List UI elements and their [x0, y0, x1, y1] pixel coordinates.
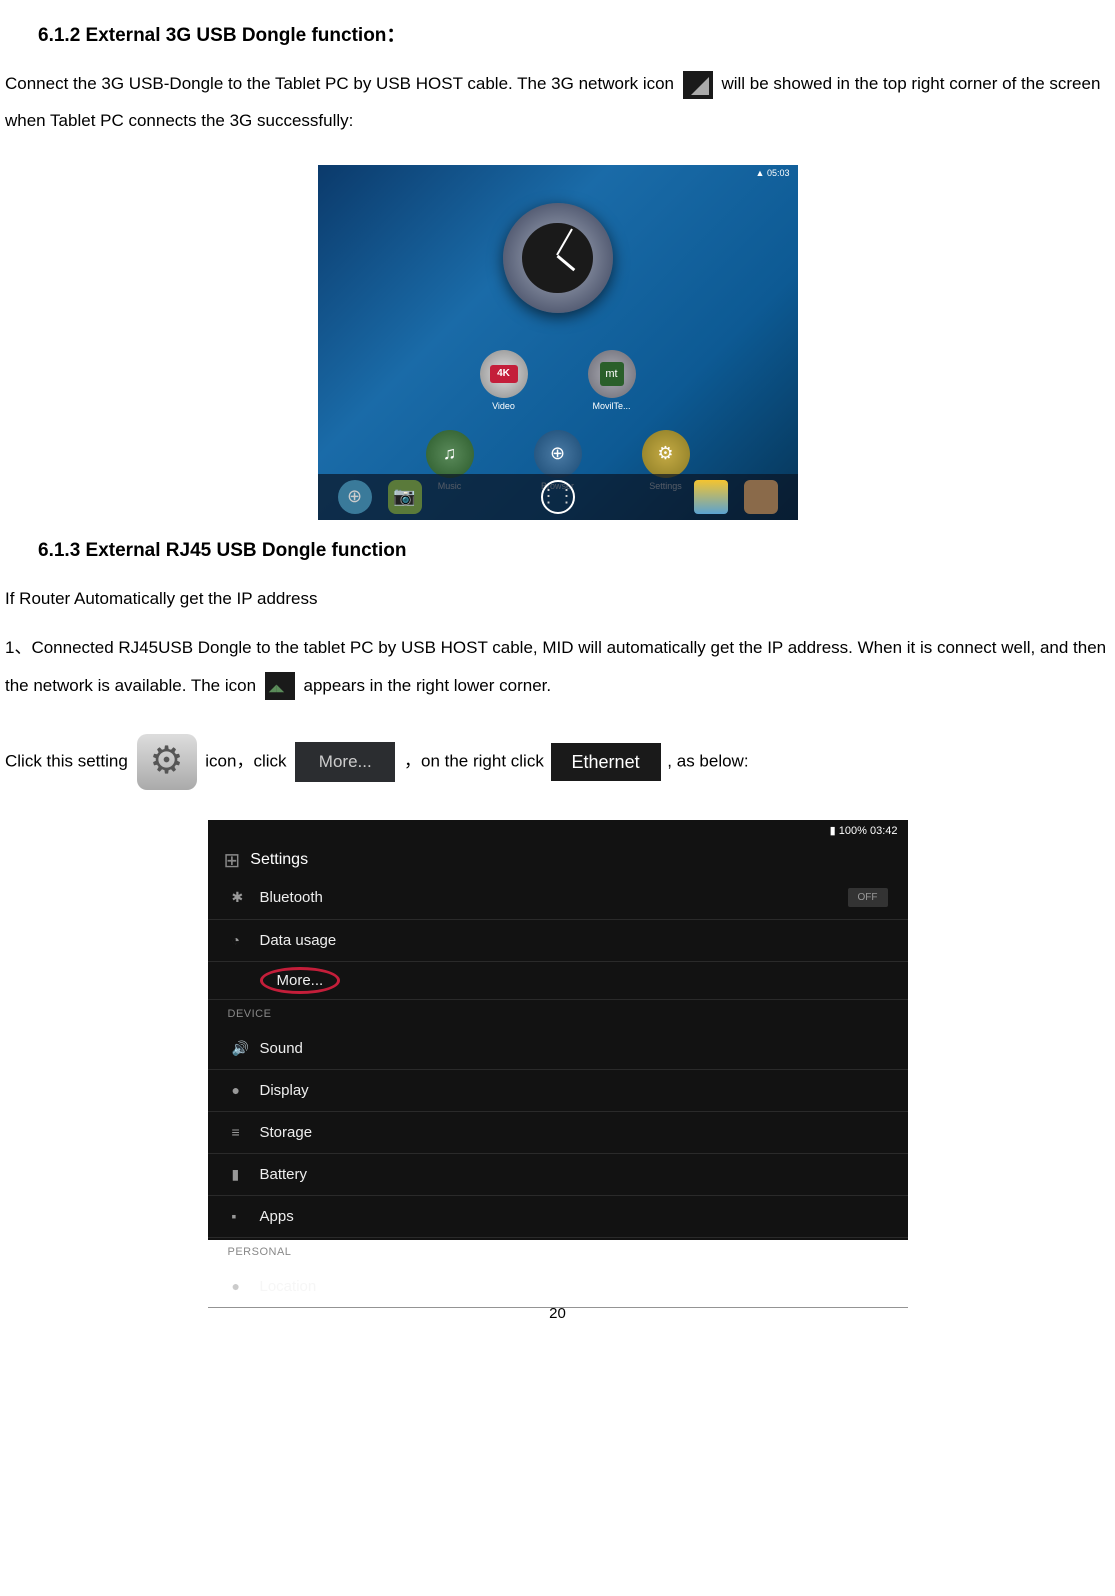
click-text-4: , as below:: [667, 751, 748, 770]
status-bar-settings: ▮ 100% 03:42: [820, 820, 908, 841]
click-instruction: Click this setting icon，click More... ，o…: [5, 734, 1110, 790]
item-apps: Apps: [208, 1196, 908, 1238]
dock-camera-icon: 📷: [388, 480, 422, 514]
app-movilte: mt MovilTe...: [588, 350, 636, 411]
status-bar: ▲ 05:03: [748, 165, 798, 181]
item-battery: Battery: [208, 1154, 908, 1196]
section-personal: PERSONAL: [208, 1238, 908, 1266]
item-bluetooth: Bluetooth OFF: [208, 876, 908, 920]
settings-header: Settings: [208, 840, 908, 881]
click-text-2: icon，click: [205, 751, 291, 770]
click-text-3: ，on the right click: [404, 751, 544, 770]
text-3g-pre: Connect the 3G USB-Dongle to the Tablet …: [5, 74, 679, 93]
heading-3g: 6.1.2 External 3G USB Dongle function：: [38, 20, 1115, 47]
ethernet-button-icon: Ethernet: [551, 743, 661, 781]
para-3g-dongle: Connect the 3G USB-Dongle to the Tablet …: [5, 65, 1110, 140]
clock-widget: [503, 203, 613, 313]
dock-gallery-icon: [694, 480, 728, 514]
item-location: Location: [208, 1266, 908, 1308]
item-display: Display: [208, 1070, 908, 1112]
3g-signal-icon: [683, 71, 713, 99]
item-more: More...: [208, 962, 908, 1000]
dock-bar: ⊕ 📷 ⋮⋮: [318, 474, 798, 520]
dock-browser-icon: ⊕: [338, 480, 372, 514]
dock-misc-icon: [744, 480, 778, 514]
dock-apps-icon: ⋮⋮: [541, 480, 575, 514]
text-rj45-post: appears in the right lower corner.: [304, 676, 552, 695]
click-text-1: Click this setting: [5, 751, 133, 770]
screenshot-settings: ▮ 100% 03:42 Settings Bluetooth OFF Data…: [0, 820, 1115, 1245]
item-data-usage: Data usage: [208, 920, 908, 962]
item-storage: Storage: [208, 1112, 908, 1154]
screenshot-tablet-home: ▲ 05:03 4K Video mt MovilTe... ♫ Music ⊕…: [0, 165, 1115, 525]
more-button-icon: More...: [295, 742, 395, 782]
ethernet-status-icon: [265, 672, 295, 700]
section-device: DEVICE: [208, 1000, 908, 1028]
item-sound: Sound: [208, 1028, 908, 1070]
app-video: 4K Video: [480, 350, 528, 411]
settings-app-icon: [137, 734, 197, 790]
list-item-1: 1、Connected RJ45USB Dongle to the tablet…: [5, 629, 1110, 704]
sub-rj45: If Router Automatically get the IP addre…: [5, 580, 1110, 617]
text-rj45-pre: 1、Connected RJ45USB Dongle to the tablet…: [5, 638, 1106, 694]
bluetooth-toggle: OFF: [848, 888, 888, 907]
heading-rj45: 6.1.3 External RJ45 USB Dongle function: [38, 540, 1115, 562]
